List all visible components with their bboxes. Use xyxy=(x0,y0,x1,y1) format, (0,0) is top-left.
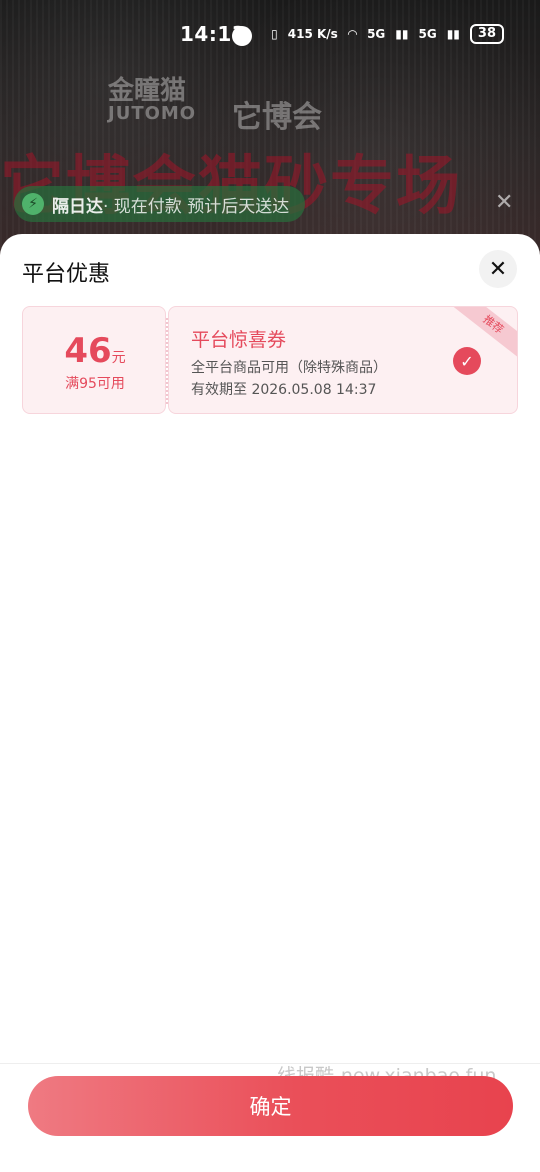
coupon-scope: 全平台商品可用（除特殊商品） xyxy=(191,360,387,376)
battery-indicator: 38 xyxy=(469,24,504,44)
expo-logo: 它博会 xyxy=(232,92,322,136)
signal-bars-icon: ▮▮ xyxy=(395,27,409,41)
close-button[interactable]: ✕ xyxy=(479,250,517,288)
wifi-icon: ◠ xyxy=(347,27,358,41)
coupon-amount-number: 46 xyxy=(64,331,112,371)
brand-banner: 金瞳猫 JUTOMO 它博会 xyxy=(0,78,540,138)
coupon-title: 平台惊喜券 xyxy=(191,329,287,351)
coupon-expiry: 有效期至 2026.05.08 14:37 xyxy=(191,382,377,398)
coupon-amount-unit: 元 xyxy=(111,350,126,366)
coupon-value-panel: 46元 满95可用 xyxy=(22,306,166,414)
background-close-icon: ✕ xyxy=(495,190,514,215)
brand-name: 金瞳猫 xyxy=(108,76,187,106)
brand-logo: 金瞳猫 JUTOMO xyxy=(108,78,196,124)
delivery-info-pill: ⚡ 隔日达 · 现在付款 预计后天送达 xyxy=(14,186,306,222)
coupon-threshold: 满95可用 xyxy=(65,376,125,392)
delivery-highlight: 隔日达 xyxy=(52,196,103,217)
coupon-card[interactable]: 46元 满95可用 平台惊喜券 全平台商品可用（除特殊商品） 有效期至 2026… xyxy=(22,306,518,416)
status-icons: ▯ 415 K/s ◠ 5G ▮▮ 5G ▮▮ 38 xyxy=(271,24,504,44)
expo-name: 它博会 xyxy=(232,100,322,135)
coupon-selected-checkbox[interactable]: ✓ xyxy=(453,347,481,375)
lightning-icon: ⚡ xyxy=(22,193,44,215)
sheet-title: 平台优惠 xyxy=(22,262,111,287)
delivery-text: · 现在付款 预计后天送达 xyxy=(103,196,290,217)
network-speed: 415 K/s xyxy=(287,27,338,41)
coupon-amount: 46元 xyxy=(23,331,167,371)
status-bar: 14:13 ▯ 415 K/s ◠ 5G ▮▮ 5G ▮▮ 38 xyxy=(0,0,540,72)
brand-name-en: JUTOMO xyxy=(108,103,197,124)
vibrate-icon: ▯ xyxy=(271,27,278,41)
audio-indicator-icon xyxy=(232,26,252,46)
checkmark-icon: ✓ xyxy=(460,351,474,371)
close-icon: ✕ xyxy=(488,256,508,282)
confirm-button[interactable]: 确定 xyxy=(28,1076,513,1136)
signal-bars-icon-2: ▮▮ xyxy=(446,27,460,41)
platform-discount-sheet: 平台优惠 ✕ 46元 满95可用 平台惊喜券 全平台商品可用（除特殊商品） 有效… xyxy=(0,234,540,1172)
signal-5g-2: 5G xyxy=(418,27,437,41)
signal-5g-1: 5G xyxy=(367,27,386,41)
coupon-info-panel: 平台惊喜券 全平台商品可用（除特殊商品） 有效期至 2026.05.08 14:… xyxy=(168,306,518,414)
